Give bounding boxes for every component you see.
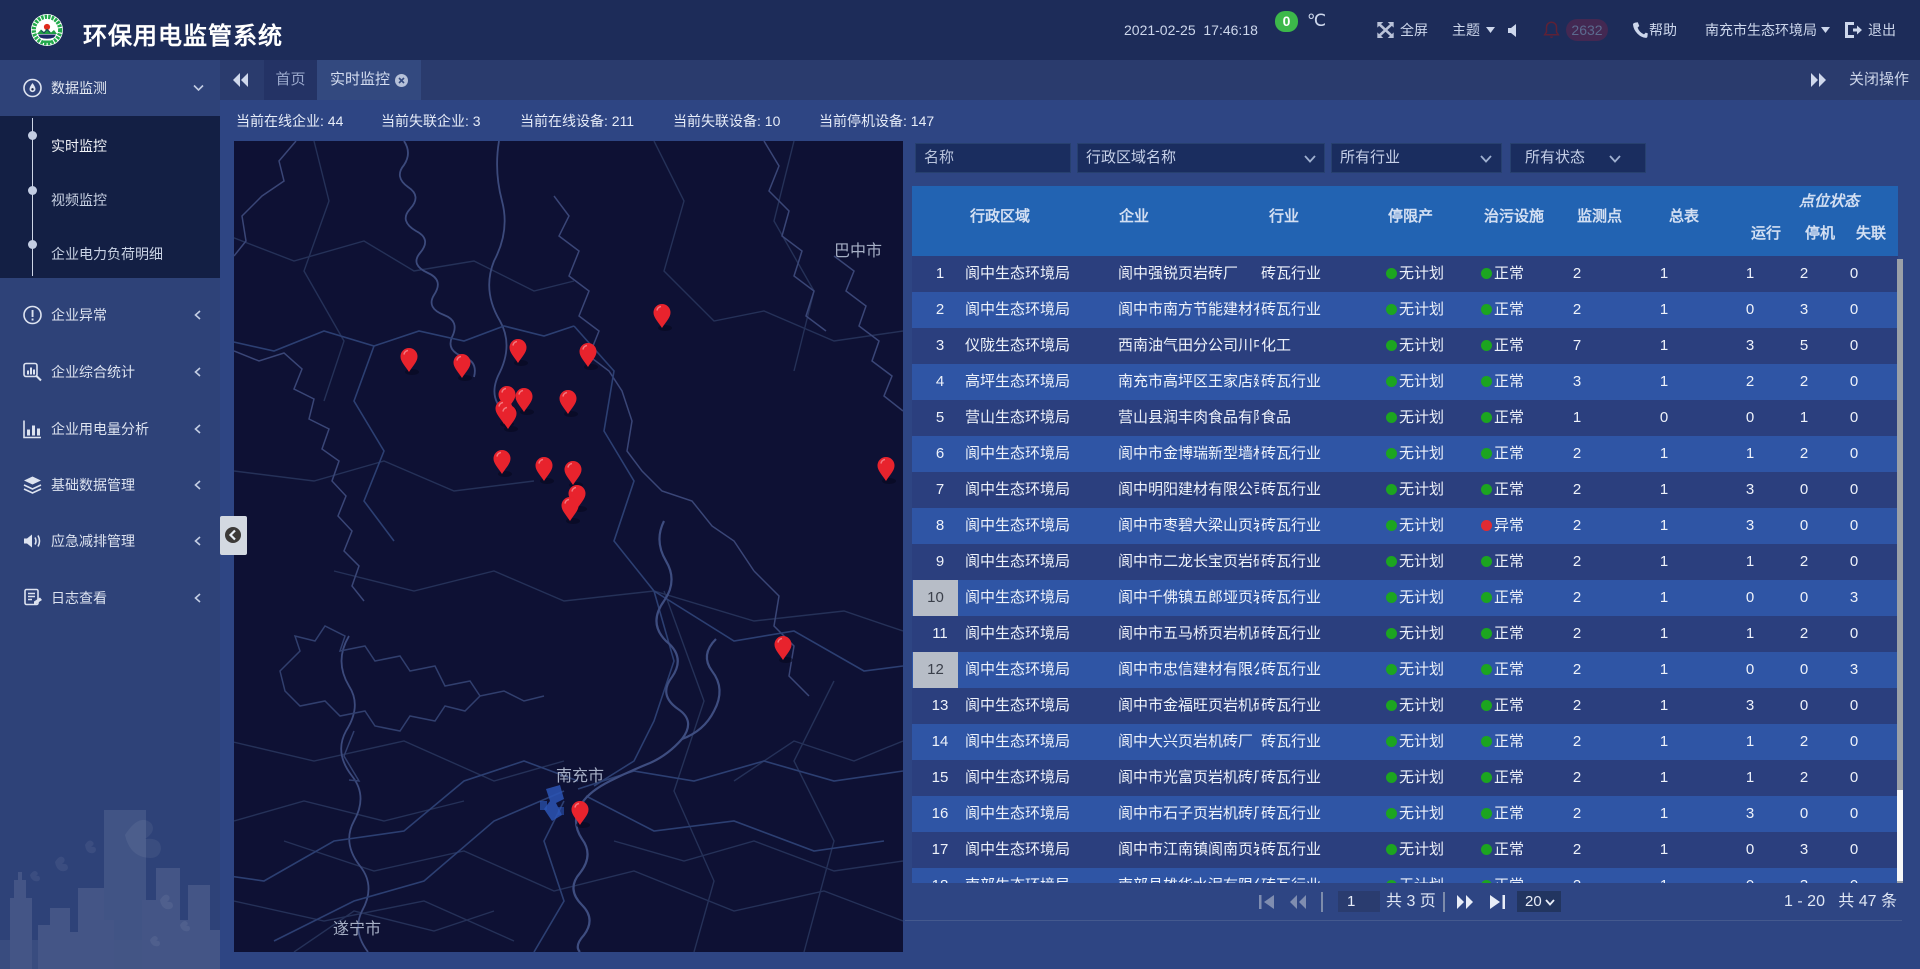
svg-text:南充市: 南充市	[556, 767, 604, 785]
svg-text:巴中市: 巴中市	[834, 242, 882, 260]
svg-text:遂宁市: 遂宁市	[333, 920, 381, 938]
